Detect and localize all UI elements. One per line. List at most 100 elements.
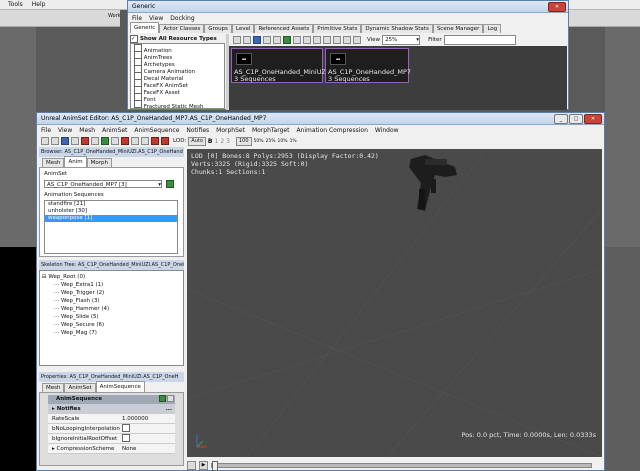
prop-checkbox[interactable] (122, 423, 130, 432)
tab-primitive-stats[interactable]: Primitive Stats (313, 24, 362, 33)
menu-mesh[interactable]: Mesh (79, 127, 95, 134)
bone-item[interactable]: ··· Wep_Flash (3) (42, 297, 181, 305)
tab-morph[interactable]: Morph (86, 158, 112, 167)
menu-window[interactable]: Window (375, 127, 399, 134)
generic-menu-docking[interactable]: Docking (170, 15, 194, 22)
speed-25-button[interactable]: 25% (266, 139, 276, 144)
resource-type-item[interactable]: Archetypes (131, 58, 224, 68)
stop-icon[interactable] (187, 460, 196, 470)
tab-anim[interactable]: Anim (64, 156, 87, 167)
zoom-select[interactable]: 25% ▾ (382, 35, 421, 45)
resource-type-item[interactable]: AnimTrees (131, 51, 224, 61)
sequence-item[interactable]: unholster [30] (45, 208, 177, 215)
bone-item[interactable]: ··· Wep_Slide (5) (42, 313, 181, 321)
play-icon[interactable]: ▶ (199, 460, 208, 470)
tab-groups[interactable]: Groups (204, 24, 232, 33)
tab-props-animsequence[interactable]: AnimSequence (95, 381, 145, 392)
props-collapse-icon[interactable] (167, 395, 174, 402)
menu-animsequence[interactable]: AnimSequence (134, 127, 179, 134)
tab-log[interactable]: Log (483, 24, 502, 33)
generic-menu-file[interactable]: File (132, 15, 142, 22)
mirror-icon[interactable] (111, 137, 119, 145)
add-icon[interactable] (101, 137, 109, 145)
menu-animset[interactable]: AnimSet (102, 127, 127, 134)
bone-names-icon[interactable] (51, 137, 59, 145)
sequence-item[interactable]: standfire [21] (45, 201, 177, 208)
bone-item[interactable]: ··· Wep_Mag (7) (42, 329, 181, 337)
resource-type-item[interactable]: Fractured Static Mesh (131, 100, 224, 110)
options-icon[interactable] (353, 36, 361, 44)
asset-thumbnail-miniuzi[interactable]: ▪▪ AS_C1P_OneHanded_MiniUZI 3 Sequences (231, 48, 328, 83)
list-view-icon[interactable] (243, 36, 251, 44)
use-selected-icon[interactable] (166, 180, 174, 188)
socket-icon[interactable] (91, 137, 99, 145)
resource-type-item[interactable]: Camera Animation (131, 65, 224, 75)
resource-type-item[interactable]: FaceFX Asset (131, 86, 224, 96)
menu-notifies[interactable]: Notifies (186, 127, 209, 134)
sphere-icon[interactable] (293, 36, 301, 44)
maximize-icon[interactable]: □ (569, 114, 583, 124)
cylinder-icon[interactable] (313, 36, 321, 44)
tab-level[interactable]: Level (231, 24, 255, 33)
lod-1-button[interactable]: 1 (214, 138, 218, 145)
bone-item[interactable]: ··· Wep_Secure (6) (42, 321, 181, 329)
delete-track-icon[interactable] (81, 137, 89, 145)
menu-morphtarget[interactable]: MorphTarget (252, 127, 290, 134)
resource-type-item[interactable]: FaceFX AnimSet (131, 79, 224, 89)
cube-icon[interactable] (303, 36, 311, 44)
close-icon[interactable]: ✕ (548, 2, 566, 12)
tab-referenced-assets[interactable]: Referenced Assets (254, 24, 314, 33)
sort-icon[interactable] (273, 36, 281, 44)
speed-100-button[interactable]: 100 (235, 136, 252, 146)
asset-thumbnail-mp7[interactable]: ▪▪ AS_C1P_OneHanded_MP7 3 Sequences (325, 48, 411, 83)
minimize-icon[interactable]: _ (554, 114, 568, 124)
lod-base-button[interactable]: B (208, 138, 213, 145)
resource-type-item[interactable]: Animation (131, 44, 224, 54)
lod-auto-button[interactable]: Auto (188, 136, 206, 146)
menu-view[interactable]: View (58, 127, 72, 134)
tab-mesh[interactable]: Mesh (42, 158, 65, 167)
cut-icon[interactable] (151, 137, 159, 145)
tab-scene-manager[interactable]: Scene Manager (432, 24, 484, 33)
prop-row-notifies[interactable]: ▸ Notifies ... (48, 404, 175, 414)
show-all-checkbox[interactable]: ✓ (130, 34, 138, 43)
speed-50-button[interactable]: 50% (254, 139, 264, 144)
tab-actor-classes[interactable]: Actor Classes (159, 24, 205, 33)
wireframe-icon[interactable] (61, 137, 69, 145)
speed-10-button[interactable]: 10% (278, 139, 288, 144)
filter-input[interactable] (443, 35, 516, 45)
split-view-icon[interactable] (253, 36, 261, 44)
prop-row-ratescale[interactable]: RateScale 1.000000 (48, 414, 175, 424)
remove-icon[interactable] (121, 137, 129, 145)
prop-row-ignoreroot[interactable]: bIgnoreInitialRootOffset (48, 433, 175, 444)
plane-icon[interactable] (323, 36, 331, 44)
tab-props-mesh[interactable]: Mesh (42, 383, 65, 392)
generic-title-bar[interactable]: Generic ✕ (128, 1, 568, 13)
prop-value[interactable]: None (122, 446, 175, 452)
loop-icon[interactable] (131, 137, 139, 145)
animset-select[interactable]: AS_C1P_OneHanded_MP7 [3] ▾ (44, 180, 162, 188)
skeleton-icon[interactable] (41, 137, 49, 145)
thumbnail-view-icon[interactable] (233, 36, 241, 44)
tab-dynamic-shadow-stats[interactable]: Dynamic Shadow Stats (361, 24, 433, 33)
lod-3-button[interactable]: 3 (226, 138, 230, 145)
bone-root[interactable]: ⊟ Wep_Root (0) (42, 273, 181, 281)
props-expand-icon[interactable] (159, 395, 166, 402)
bone-item[interactable]: ··· Wep_Extra1 (1) (42, 281, 181, 289)
bg-menu-help[interactable]: Help (32, 1, 46, 8)
prop-row-compression[interactable]: ▸ CompressionScheme None (48, 444, 175, 454)
timeline-handle[interactable] (212, 460, 218, 471)
editor-title-bar[interactable]: Unreal AnimSet Editor: AS_C1P_OneHanded_… (37, 113, 604, 125)
resource-type-item[interactable]: Decal Material (131, 72, 224, 82)
prop-value[interactable]: ... (122, 406, 175, 412)
thumbnail-size-icon[interactable] (333, 36, 341, 44)
ref-pose-icon[interactable] (71, 137, 79, 145)
anim-viewport[interactable]: LOD [0] Bones:8 Polys:2953 (Display Fact… (187, 149, 602, 457)
menu-animation-compression[interactable]: Animation Compression (296, 127, 367, 134)
refresh-icon[interactable] (283, 36, 291, 44)
grid-icon[interactable] (263, 36, 271, 44)
bg-menu-tools[interactable]: Tools (8, 1, 23, 8)
speed-1-button[interactable]: 1% (290, 139, 297, 144)
generic-menu-view[interactable]: View (149, 15, 163, 22)
menu-file[interactable]: File (41, 127, 51, 134)
